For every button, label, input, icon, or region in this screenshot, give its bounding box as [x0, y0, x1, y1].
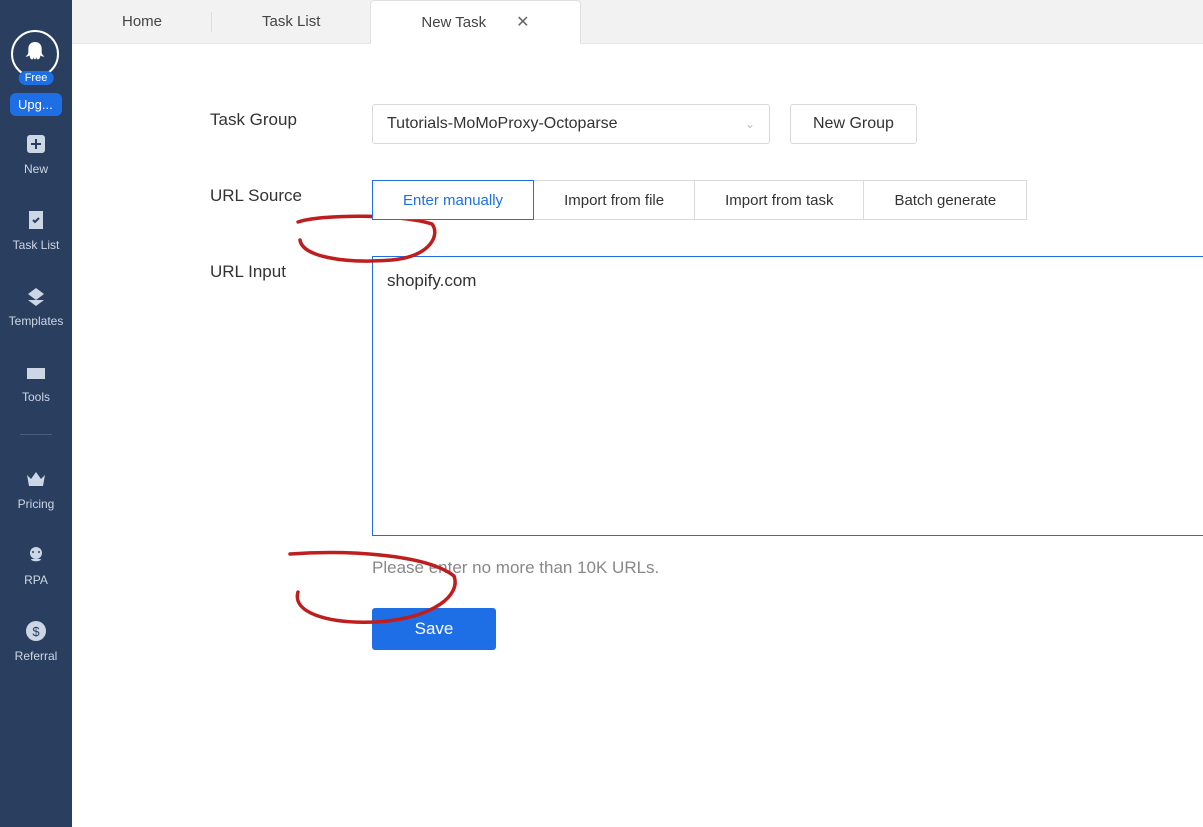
- option-batch-generate[interactable]: Batch generate: [863, 180, 1027, 220]
- user-avatar[interactable]: Free: [11, 30, 61, 85]
- sidebar-separator: [20, 434, 52, 435]
- octopus-icon: [19, 38, 51, 70]
- tabbar: Home Task List New Task ✕: [72, 0, 1203, 44]
- option-import-task[interactable]: Import from task: [694, 180, 864, 220]
- sidebar-item-pricing[interactable]: Pricing: [0, 465, 72, 511]
- content-area: Home Task List New Task ✕ Task Group Tut…: [72, 0, 1203, 827]
- toolbox-icon: [24, 360, 48, 384]
- plus-box-icon: [24, 132, 48, 156]
- tab-label: Home: [122, 13, 162, 30]
- url-hint: Please enter no more than 10K URLs.: [372, 558, 1203, 578]
- sidebar-item-templates[interactable]: Templates: [0, 282, 72, 328]
- url-source-label: URL Source: [210, 180, 372, 206]
- task-group-value: Tutorials-MoMoProxy-Octoparse: [387, 115, 618, 133]
- new-task-form: Task Group Tutorials-MoMoProxy-Octoparse…: [72, 44, 1203, 536]
- sidebar-item-label: Task List: [13, 238, 60, 252]
- robot-icon: [24, 543, 48, 567]
- sidebar-item-label: Tools: [22, 390, 50, 404]
- sidebar-item-tasklist[interactable]: Task List: [0, 206, 72, 252]
- close-icon[interactable]: ✕: [516, 12, 529, 32]
- url-source-options: Enter manually Import from file Import f…: [372, 180, 1027, 220]
- url-input[interactable]: [372, 256, 1203, 536]
- chevron-down-icon: ⌄: [745, 117, 755, 131]
- task-group-select[interactable]: Tutorials-MoMoProxy-Octoparse ⌄: [372, 104, 770, 144]
- option-import-file[interactable]: Import from file: [533, 180, 695, 220]
- sidebar-item-referral[interactable]: $ Referral: [0, 617, 72, 663]
- tab-tasklist[interactable]: Task List: [212, 0, 370, 44]
- sidebar-item-label: Templates: [9, 314, 64, 328]
- upgrade-button[interactable]: Upg...: [10, 93, 62, 116]
- crown-icon: [24, 467, 48, 491]
- template-icon: [24, 284, 48, 308]
- sidebar-item-tools[interactable]: Tools: [0, 358, 72, 404]
- sidebar-item-label: New: [24, 162, 48, 176]
- plan-badge: Free: [19, 71, 54, 85]
- tab-home[interactable]: Home: [72, 0, 212, 44]
- tab-newtask[interactable]: New Task ✕: [370, 0, 580, 44]
- tab-label: New Task: [421, 14, 486, 31]
- url-input-label: URL Input: [210, 256, 372, 282]
- save-button[interactable]: Save: [372, 608, 496, 650]
- sidebar-item-label: Referral: [15, 649, 58, 663]
- option-enter-manually[interactable]: Enter manually: [372, 180, 534, 220]
- tab-label: Task List: [262, 13, 320, 30]
- task-group-label: Task Group: [210, 104, 372, 130]
- sidebar-item-rpa[interactable]: RPA: [0, 541, 72, 587]
- new-group-button[interactable]: New Group: [790, 104, 917, 144]
- sidebar: Free Upg... New Task List Templates Tool…: [0, 0, 72, 827]
- dollar-icon: $: [24, 619, 48, 643]
- svg-text:$: $: [32, 624, 40, 639]
- sidebar-item-label: Pricing: [18, 497, 55, 511]
- checklist-icon: [24, 208, 48, 232]
- sidebar-item-new[interactable]: New: [0, 130, 72, 176]
- sidebar-item-label: RPA: [24, 573, 48, 587]
